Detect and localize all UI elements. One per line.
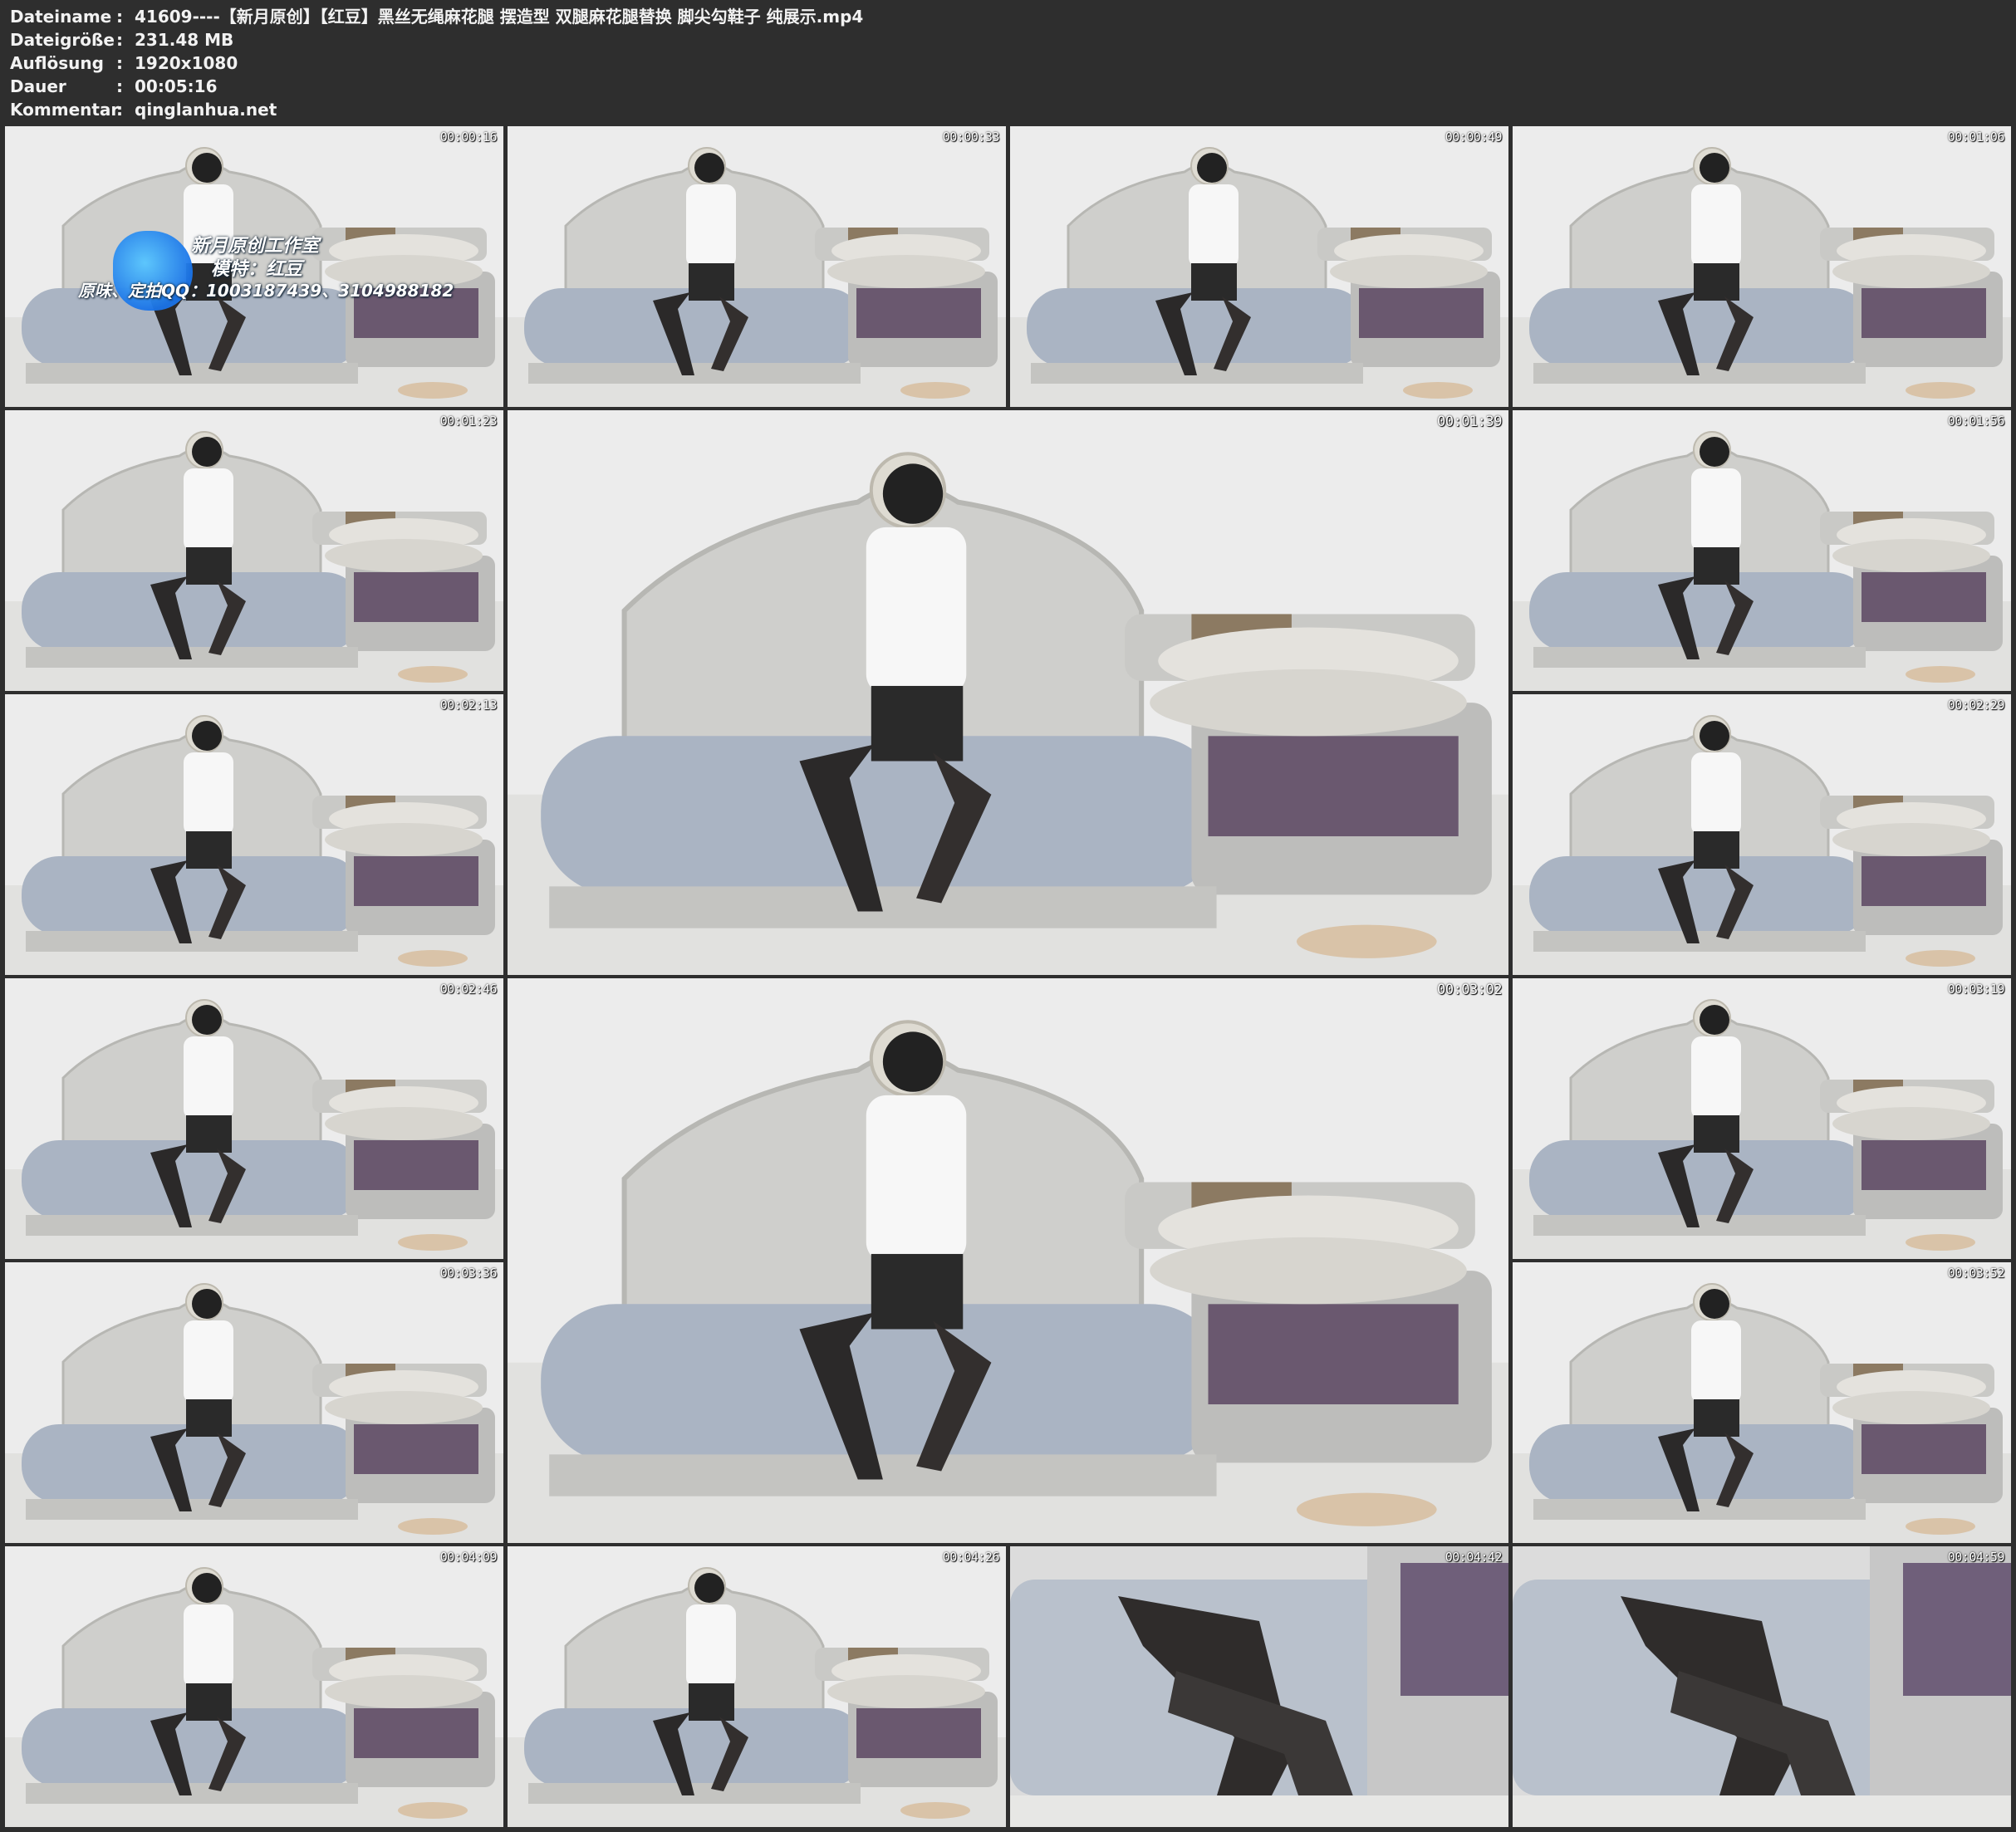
thumbnail-timestamp: 00:04:59 — [1947, 1550, 2005, 1565]
video-frame-closeup — [1513, 1546, 2011, 1827]
video-frame — [5, 1546, 503, 1827]
meta-row-resolution: Auflösung:1920x1080 — [10, 51, 238, 75]
video-thumbnail[interactable]: 00:04:59 — [1513, 1546, 2011, 1827]
thumbnail-timestamp: 00:03:36 — [439, 1266, 498, 1281]
video-thumbnail[interactable]: 00:01:23 — [5, 410, 503, 691]
thumbnail-timestamp: 00:01:23 — [439, 414, 498, 429]
thumbnail-timestamp: 00:04:42 — [1445, 1550, 1503, 1565]
thumbnail-grid: 新月原创工作室 模特：红豆 原味、定拍QQ：1003187439、3104988… — [0, 126, 2016, 1832]
thumbnail-timestamp: 00:02:13 — [439, 698, 498, 713]
thumbnail-timestamp: 00:03:02 — [1437, 982, 1502, 998]
video-thumbnail[interactable]: 00:03:52 — [1513, 1262, 2011, 1543]
meta-label: Dateiname — [10, 7, 112, 27]
video-frame — [1010, 126, 1508, 407]
video-frame — [1513, 410, 2011, 691]
meta-row-filename: Dateiname:41609----【新月原创】【红豆】黑丝无绳麻花腿 摆造型… — [10, 5, 863, 28]
thumbnail-timestamp: 00:01:06 — [1947, 130, 2005, 145]
thumbnail-timestamp: 00:03:19 — [1947, 982, 2005, 997]
thumbnail-timestamp: 00:00:33 — [942, 130, 1000, 145]
meta-label: Dauer — [10, 76, 66, 96]
video-frame — [1513, 694, 2011, 975]
video-frame — [5, 978, 503, 1259]
video-frame — [508, 1546, 1006, 1827]
video-thumbnail[interactable]: 00:02:29 — [1513, 694, 2011, 975]
meta-label: Auflösung — [10, 53, 104, 73]
meta-colon: : — [116, 76, 123, 96]
video-thumbnail[interactable]: 00:00:33 — [508, 126, 1006, 407]
thumbnail-timestamp: 00:00:16 — [439, 130, 498, 145]
meta-row-duration: Dauer:00:05:16 — [10, 75, 218, 98]
meta-colon: : — [116, 7, 123, 27]
thumbnail-timestamp: 00:04:09 — [439, 1550, 498, 1565]
video-thumbnail[interactable]: 00:04:42 — [1010, 1546, 1508, 1827]
video-thumbnail[interactable]: 00:02:46 — [5, 978, 503, 1259]
meta-colon: : — [116, 100, 123, 120]
video-frame-closeup — [1010, 1546, 1508, 1827]
meta-value: 00:05:16 — [135, 76, 218, 96]
meta-label: Dateigröße — [10, 30, 115, 50]
video-thumbnail[interactable]: 00:03:02 — [508, 978, 1508, 1543]
watermark-contact: 原味、定拍QQ：1003187439、3104988182 — [78, 281, 454, 301]
meta-value: 1920x1080 — [135, 53, 238, 73]
thumbnail-timestamp: 00:03:52 — [1947, 1266, 2005, 1281]
video-frame — [508, 410, 1508, 975]
thumbnail-timestamp: 00:02:29 — [1947, 698, 2005, 713]
video-frame — [508, 978, 1508, 1543]
meta-row-comment: Kommentar: qinglanhua.net — [10, 98, 277, 121]
video-thumbnail[interactable]: 00:03:36 — [5, 1262, 503, 1543]
video-thumbnail[interactable]: 00:03:19 — [1513, 978, 2011, 1259]
meta-row-filesize: Dateigröße:231.48 MB — [10, 28, 233, 51]
thumbnail-timestamp: 00:04:26 — [942, 1550, 1000, 1565]
meta-value: 41609----【新月原创】【红豆】黑丝无绳麻花腿 摆造型 双腿麻花腿替换 脚… — [135, 7, 864, 27]
video-frame — [5, 410, 503, 691]
video-thumbnail[interactable]: 00:01:39 — [508, 410, 1508, 975]
video-thumbnail[interactable]: 00:04:09 — [5, 1546, 503, 1827]
thumbnail-timestamp: 00:00:49 — [1445, 130, 1503, 145]
thumbnail-timestamp: 00:02:46 — [439, 982, 498, 997]
video-frame — [508, 126, 1006, 407]
video-thumbnail[interactable]: 00:01:56 — [1513, 410, 2011, 691]
studio-watermark: 新月原创工作室 模特：红豆 原味、定拍QQ：1003187439、3104988… — [5, 126, 503, 407]
video-frame — [5, 694, 503, 975]
video-thumbnail[interactable]: 00:02:13 — [5, 694, 503, 975]
meta-colon: : — [116, 30, 123, 50]
thumbnail-timestamp: 00:01:56 — [1947, 414, 2005, 429]
video-frame — [5, 1262, 503, 1543]
thumbnail-timestamp: 00:01:39 — [1437, 414, 1502, 430]
video-thumbnail[interactable]: 新月原创工作室 模特：红豆 原味、定拍QQ：1003187439、3104988… — [5, 126, 503, 407]
video-frame — [1513, 1262, 2011, 1543]
video-frame — [1513, 978, 2011, 1259]
video-thumbnail[interactable]: 00:04:26 — [508, 1546, 1006, 1827]
meta-label: Kommentar — [10, 100, 120, 120]
video-thumbnail[interactable]: 00:00:49 — [1010, 126, 1508, 407]
info-header: Dateiname:41609----【新月原创】【红豆】黑丝无绳麻花腿 摆造型… — [0, 0, 2016, 126]
meta-colon: : — [116, 53, 123, 73]
video-frame — [1513, 126, 2011, 407]
meta-value: 231.48 MB — [135, 30, 234, 50]
meta-value: qinglanhua.net — [135, 100, 277, 120]
video-thumbnail[interactable]: 00:01:06 — [1513, 126, 2011, 407]
